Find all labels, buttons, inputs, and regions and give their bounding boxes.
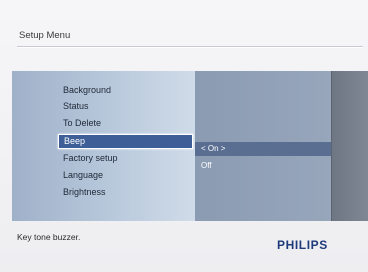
menu-item-beep[interactable]: Beep [58,134,193,149]
menu-item-language[interactable]: Language [63,168,103,182]
option-off[interactable]: Off [201,159,212,173]
menu-item-status[interactable]: Status [63,99,89,113]
menu-item-to-delete[interactable]: To Delete [63,116,101,130]
option-on[interactable]: < On > [201,142,225,156]
device-screen: Setup Menu Background Status To Delete B… [0,0,368,272]
menu-item-background[interactable]: Background [63,83,111,97]
page-title: Setup Menu [19,30,71,41]
setup-menu-panel: Background Status To Delete Beep Factory… [12,71,368,221]
third-column [331,71,368,221]
column-divider [331,71,332,221]
help-text: Key tone buzzer. [17,232,81,242]
menu-item-brightness[interactable]: Brightness [63,185,106,199]
menu-item-factory-setup[interactable]: Factory setup [63,151,118,165]
header-divider [17,46,363,47]
brand-logo: PHILIPS [277,238,328,252]
